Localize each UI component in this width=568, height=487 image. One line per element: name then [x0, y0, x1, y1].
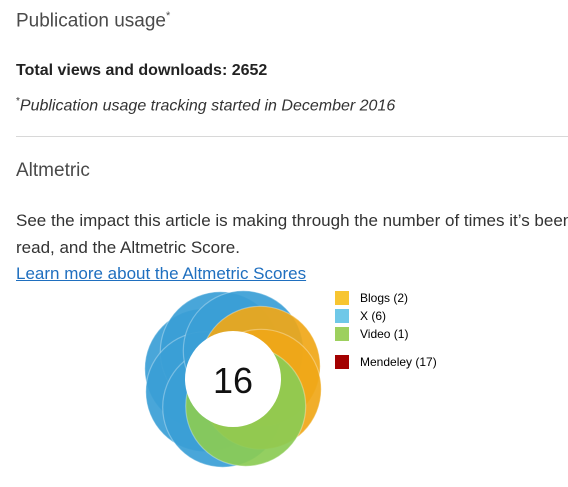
legend-swatch-blogs [335, 291, 349, 305]
legend-swatch-x [335, 309, 349, 323]
altmetric-score: 16 [213, 360, 253, 401]
legend-item-video: Video (1) [335, 325, 437, 343]
altmetric-description-line-2: read, and the Altmetric Score. [16, 238, 240, 257]
altmetric-legend: Blogs (2) X (6) Video (1) Mendeley (17) [335, 289, 437, 371]
footnote-marker: * [166, 10, 171, 22]
section-divider [16, 136, 568, 137]
legend-label-x: X (6) [360, 309, 387, 323]
total-views-downloads: Total views and downloads: 2652 [16, 62, 268, 79]
usage-tracking-note: *Publication usage tracking started in D… [16, 96, 395, 115]
altmetric-description-line-1: See the impact this article is making th… [16, 211, 568, 230]
altmetric-heading: Altmetric [16, 160, 90, 181]
legend-label-mendeley: Mendeley (17) [360, 355, 437, 369]
usage-tracking-note-text: Publication usage tracking started in De… [19, 97, 396, 115]
publication-usage-heading: Publication usage* [16, 10, 170, 32]
learn-more-altmetric-link[interactable]: Learn more about the Altmetric Scores [16, 264, 306, 284]
legend-swatch-video [335, 327, 349, 341]
legend-item-mendeley: Mendeley (17) [335, 353, 437, 371]
legend-label-video: Video (1) [360, 327, 409, 341]
altmetric-donut-badge[interactable]: 16 [140, 286, 326, 472]
legend-item-x: X (6) [335, 307, 437, 325]
legend-item-blogs: Blogs (2) [335, 289, 437, 307]
legend-label-blogs: Blogs (2) [360, 291, 409, 305]
legend-swatch-mendeley [335, 355, 349, 369]
publication-usage-title: Publication usage [16, 10, 166, 32]
altmetric-description: See the impact this article is making th… [16, 207, 568, 261]
